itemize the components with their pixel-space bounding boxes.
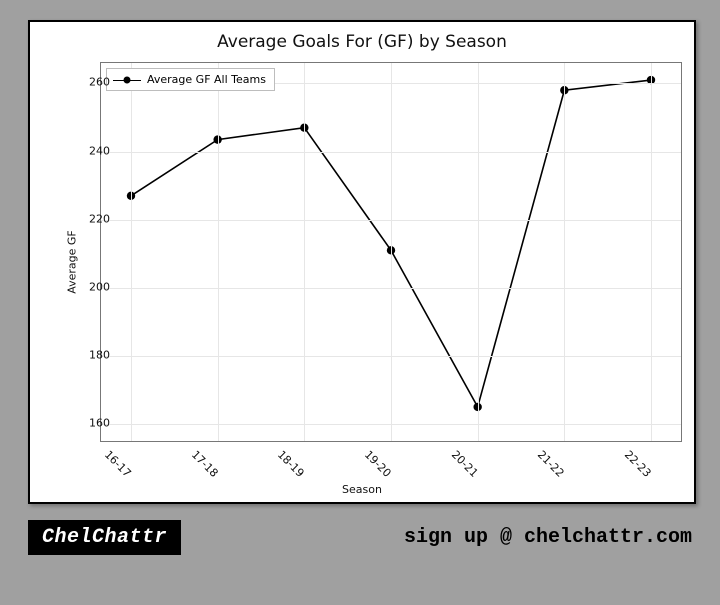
y-tick-label: 180	[70, 348, 110, 361]
signup-text: sign up @ chelchattr.com	[404, 526, 692, 549]
grid-line	[304, 63, 305, 441]
y-tick-label: 260	[70, 76, 110, 89]
grid-line	[564, 63, 565, 441]
chart-frame: Average Goals For (GF) by Season Average…	[28, 20, 696, 504]
x-tick-label: 19-20	[362, 448, 394, 480]
chart-title: Average Goals For (GF) by Season	[30, 32, 694, 52]
grid-line	[478, 63, 479, 441]
legend: Average GF All Teams	[106, 68, 275, 91]
y-tick-label: 160	[70, 416, 110, 429]
grid-line	[651, 63, 652, 441]
legend-label: Average GF All Teams	[147, 73, 266, 86]
y-tick-label: 240	[70, 144, 110, 157]
legend-marker-icon	[113, 75, 141, 85]
x-tick-label: 16-17	[102, 448, 134, 480]
grid-line	[391, 63, 392, 441]
x-tick-label: 20-21	[448, 448, 480, 480]
y-tick-label: 200	[70, 280, 110, 293]
grid-line	[131, 63, 132, 441]
x-tick-label: 21-22	[535, 448, 567, 480]
footer: ChelChattr sign up @ chelchattr.com	[28, 520, 692, 555]
brand-badge: ChelChattr	[28, 520, 181, 555]
x-tick-label: 18-19	[275, 448, 307, 480]
y-tick-label: 220	[70, 212, 110, 225]
grid-line	[218, 63, 219, 441]
plot-area	[100, 62, 682, 442]
x-axis-label: Season	[30, 483, 694, 496]
x-tick-label: 22-23	[622, 448, 654, 480]
x-tick-label: 17-18	[188, 448, 220, 480]
